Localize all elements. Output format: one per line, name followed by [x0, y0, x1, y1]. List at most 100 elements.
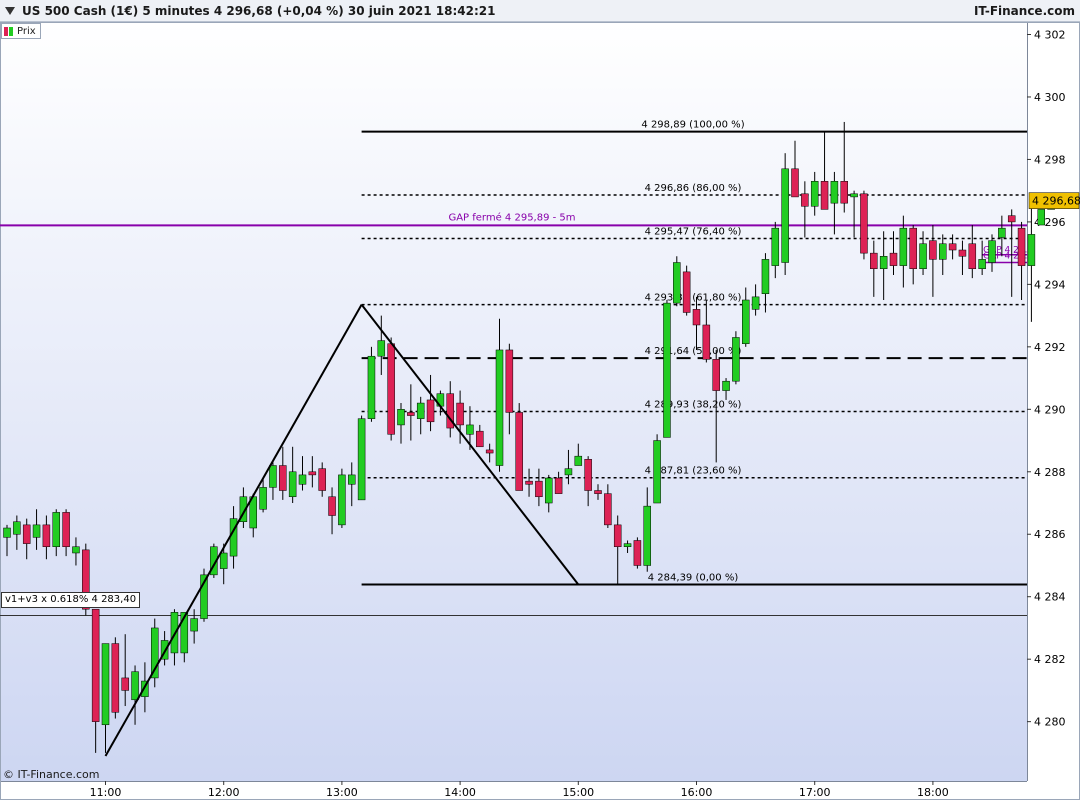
- candle-body: [426, 399, 435, 423]
- last-price-label: 4 296,68: [1032, 195, 1080, 208]
- candle-body: [712, 359, 720, 391]
- candle-body: [682, 271, 691, 313]
- candlestick-icon: [4, 26, 14, 36]
- candle-body: [594, 490, 602, 494]
- candle-body: [613, 524, 622, 547]
- candle-body: [288, 471, 297, 498]
- candle-body: [190, 618, 198, 632]
- y-tick-label: 4 300: [1034, 91, 1066, 104]
- candle-body: [899, 227, 908, 266]
- y-tick-label: 4 288: [1034, 466, 1066, 479]
- fibonacci-label: 4 289,93 (38,20 %): [645, 399, 742, 410]
- candle-body: [525, 480, 533, 485]
- candle-body: [771, 227, 780, 266]
- x-tick-label: 18:00: [917, 786, 949, 799]
- y-tick-label: 4 280: [1034, 716, 1066, 729]
- y-tick-label: 4 284: [1034, 591, 1066, 604]
- candle-body: [269, 465, 277, 488]
- y-tick-label: 4 298: [1034, 153, 1066, 166]
- candle-body: [633, 540, 642, 566]
- candle-body: [751, 296, 760, 310]
- x-tick-label: 11:00: [90, 786, 122, 799]
- candle-body: [13, 521, 21, 535]
- x-tick-label: 13:00: [326, 786, 358, 799]
- fibonacci-label: 4 284,39 (0,00 %): [648, 573, 739, 584]
- gap-label: GAP fermé 4 295,89 - 5m: [448, 211, 575, 223]
- candle-body: [121, 677, 129, 691]
- fibonacci-label: 4 298,89 (100,00 %): [641, 120, 744, 131]
- candle-body: [850, 193, 858, 198]
- candle-body: [42, 524, 51, 547]
- candle-body: [52, 512, 60, 547]
- candle-body: [574, 455, 583, 466]
- candle-body: [62, 512, 70, 547]
- candle-body: [939, 243, 947, 260]
- candle-body: [998, 227, 1006, 238]
- series-legend[interactable]: Prix: [1, 23, 41, 39]
- candle-body: [357, 418, 366, 501]
- candle-body: [535, 480, 543, 498]
- candle-body: [515, 412, 523, 491]
- candle-body: [909, 227, 917, 270]
- y-tick-label: 4 290: [1034, 403, 1066, 416]
- legend-label: Prix: [17, 25, 36, 37]
- candle-body: [466, 424, 474, 435]
- x-tick-label: 12:00: [208, 786, 240, 799]
- candle-body: [308, 471, 317, 476]
- candle-body: [387, 343, 395, 435]
- candle-body: [495, 349, 504, 466]
- fibonacci-label: 4 296,86 (86,00 %): [645, 183, 742, 194]
- candle-body: [742, 299, 750, 344]
- fibonacci-label: 4 293,35 (61,80 %): [645, 293, 742, 304]
- copyright-text: © IT-Finance.com: [3, 768, 100, 781]
- candle-body: [732, 337, 740, 382]
- candle-body: [781, 168, 789, 263]
- candle-body: [801, 193, 809, 207]
- candle-body: [1017, 227, 1026, 266]
- candle-body: [929, 240, 937, 260]
- candle-body: [338, 474, 346, 526]
- candle-body: [328, 496, 336, 516]
- candle-body: [860, 193, 868, 254]
- candle-body: [840, 181, 848, 204]
- candle-body: [564, 468, 573, 476]
- title-bar: US 500 Cash (1€) 5 minutes 4 296,68 (+0,…: [0, 0, 1080, 22]
- candle-body: [988, 240, 996, 263]
- candle-body: [702, 324, 711, 360]
- fibonacci-label: 4 291,64 (50,00 %): [645, 346, 742, 357]
- candle-body: [72, 546, 80, 554]
- collapse-triangle-icon[interactable]: [5, 7, 15, 17]
- candle-body: [111, 643, 120, 713]
- candle-body: [456, 402, 464, 426]
- y-tick-label: 4 286: [1034, 528, 1066, 541]
- price-chart[interactable]: 4 3024 3004 2984 2964 2944 2924 2904 288…: [0, 0, 1080, 800]
- candle-body: [416, 402, 425, 419]
- candle-body: [810, 181, 819, 207]
- candle-body: [377, 340, 386, 357]
- indicator-label: v1+v3 x 0.618% 4 283,40: [1, 592, 141, 608]
- candle-body: [545, 477, 553, 504]
- candle-body: [692, 309, 701, 326]
- x-tick-label: 14:00: [444, 786, 476, 799]
- candle-body: [131, 671, 139, 701]
- candle-body: [3, 527, 11, 538]
- candle-body: [830, 181, 839, 204]
- candle-body: [505, 349, 514, 413]
- candle-body: [485, 449, 494, 454]
- chart-title: US 500 Cash (1€) 5 minutes 4 296,68 (+0,…: [22, 4, 496, 18]
- candle-body: [604, 493, 612, 526]
- candle-body: [407, 412, 415, 416]
- candle-body: [761, 259, 770, 294]
- y-tick-label: 4 302: [1034, 28, 1066, 41]
- candle-body: [279, 465, 287, 491]
- candle-body: [978, 259, 986, 270]
- candle-body: [22, 524, 31, 544]
- candle-body: [298, 474, 307, 485]
- candle-body: [1007, 215, 1016, 223]
- candle-body: [397, 409, 405, 426]
- x-tick-label: 17:00: [799, 786, 831, 799]
- candle-body: [948, 243, 957, 251]
- candle-body: [348, 474, 356, 485]
- brand-label: IT-Finance.com: [973, 4, 1075, 18]
- candle-body: [820, 181, 829, 210]
